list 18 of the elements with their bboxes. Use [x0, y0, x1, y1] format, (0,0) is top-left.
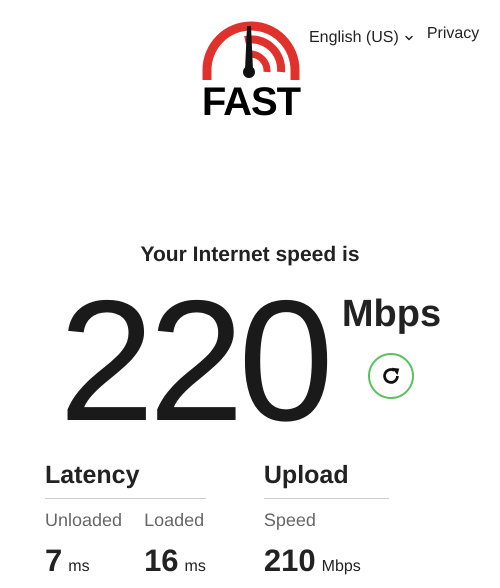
metric-value: 16 [144, 545, 179, 576]
speed-heading: Your Internet speed is [140, 244, 360, 265]
metric-group-title: Latency [45, 463, 206, 499]
metric-label: Unloaded [45, 511, 122, 529]
metric-group-title: Upload [264, 463, 389, 499]
metric-unit: ms [68, 559, 90, 575]
language-selector[interactable]: English (US) [309, 26, 415, 50]
metric-unit: Mbps [322, 559, 361, 575]
privacy-link[interactable]: Privacy [426, 22, 480, 46]
metric-value: 210 [264, 545, 316, 576]
metric-label: Speed [264, 511, 317, 529]
metric-unit: ms [184, 559, 206, 575]
speed-value: 220 [58, 275, 328, 447]
refresh-button[interactable] [368, 353, 414, 399]
metric-label: Loaded [144, 511, 206, 529]
metric-value: 7 [45, 545, 62, 576]
logo-text: FAST [202, 84, 300, 120]
speed-unit: Mbps [342, 295, 442, 333]
